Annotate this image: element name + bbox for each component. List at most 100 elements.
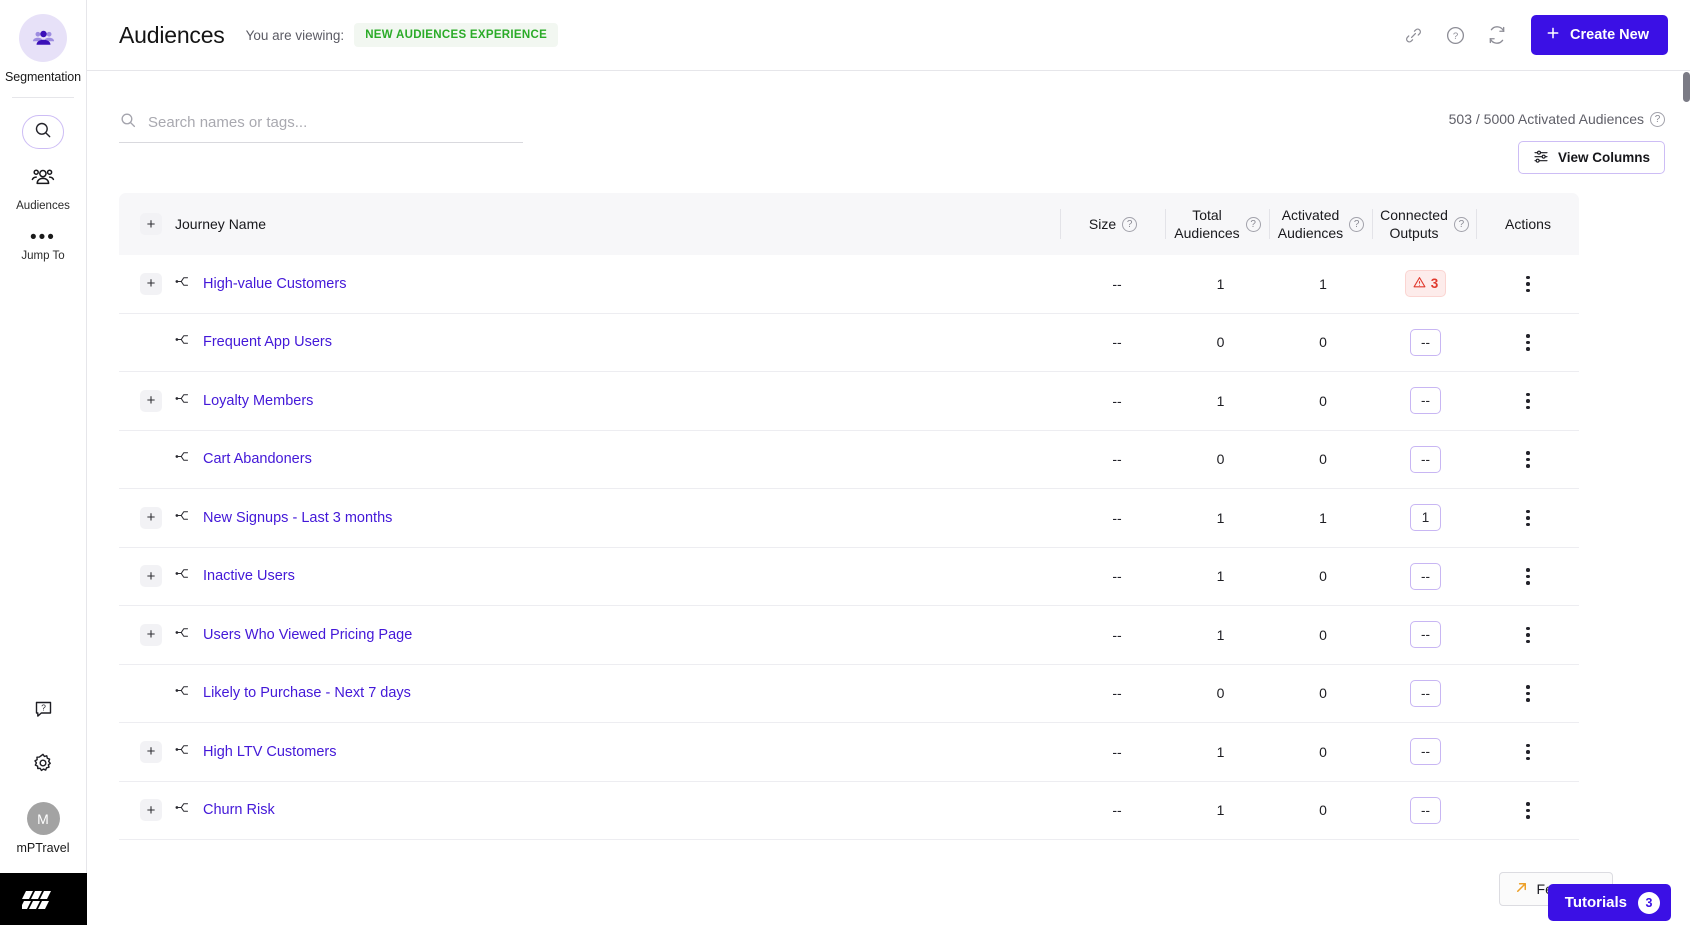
- row-activated-audiences-cell: 1: [1319, 275, 1327, 292]
- kebab-menu-icon[interactable]: [1526, 275, 1530, 292]
- table-row: + New Signups - Last 3 months -- 1 1 1: [119, 489, 1579, 548]
- row-expand-button[interactable]: +: [140, 389, 162, 412]
- connected-outputs-badge[interactable]: --: [1410, 679, 1441, 707]
- journey-name-link[interactable]: Users Who Viewed Pricing Page: [203, 627, 412, 643]
- svg-text:?: ?: [1452, 31, 1457, 42]
- kebab-menu-icon[interactable]: [1526, 626, 1530, 643]
- row-actions-cell: [1477, 743, 1579, 760]
- journey-name-link[interactable]: Cart Abandoners: [203, 451, 312, 467]
- journey-branch-icon: [175, 508, 190, 528]
- help-circle-icon[interactable]: ?: [1650, 111, 1665, 127]
- plus-icon: [1545, 25, 1561, 45]
- column-header-actions-label: Actions: [1505, 215, 1551, 232]
- column-header-actions: Actions: [1477, 215, 1579, 233]
- connected-outputs-badge[interactable]: --: [1410, 796, 1441, 824]
- help-circle-icon[interactable]: ?: [1122, 216, 1138, 232]
- journey-name-link[interactable]: Frequent App Users: [203, 334, 332, 350]
- help-chat-icon[interactable]: ?: [28, 694, 58, 724]
- meta-column: 503 / 5000 Activated Audiences ? View Co…: [1449, 111, 1665, 174]
- kebab-menu-icon[interactable]: [1526, 451, 1530, 468]
- segmentation-icon: [19, 14, 67, 62]
- kebab-menu-icon[interactable]: [1526, 568, 1530, 585]
- journey-branch-icon: [175, 274, 190, 294]
- expand-all-button[interactable]: +: [140, 213, 162, 235]
- app-root: Segmentation Audiences ••• Jump To ? M m…: [0, 0, 1690, 925]
- kebab-menu-icon[interactable]: [1526, 392, 1530, 409]
- journey-name-link[interactable]: High LTV Customers: [203, 744, 337, 760]
- row-activated-audiences-cell: 0: [1319, 743, 1327, 760]
- svg-text:?: ?: [41, 702, 46, 712]
- row-expand-button[interactable]: +: [140, 506, 162, 529]
- link-icon[interactable]: [1399, 21, 1427, 49]
- kebab-menu-icon[interactable]: [1526, 509, 1530, 526]
- row-expand-button[interactable]: +: [140, 565, 162, 588]
- tutorials-label: Tutorials: [1564, 894, 1627, 911]
- row-actions-cell: [1477, 626, 1579, 643]
- help-circle-icon[interactable]: ?: [1349, 216, 1365, 232]
- row-connected-outputs-cell: --: [1374, 621, 1477, 649]
- column-header-connected-line2: Outputs: [1389, 225, 1439, 241]
- sidebar-segmentation-block[interactable]: Segmentation: [5, 0, 81, 84]
- row-total-audiences-cell: 0: [1216, 451, 1225, 468]
- column-header-total-line1: Total: [1192, 206, 1222, 223]
- kebab-menu-icon[interactable]: [1526, 334, 1530, 351]
- row-journey-cell: + Churn Risk: [119, 799, 1065, 822]
- row-connected-outputs-cell: --: [1374, 387, 1477, 415]
- journey-branch-icon: [175, 800, 190, 820]
- kebab-menu-icon[interactable]: [1526, 743, 1530, 760]
- row-expand-button[interactable]: +: [140, 740, 162, 763]
- connected-outputs-badge[interactable]: --: [1410, 387, 1441, 415]
- connected-outputs-badge[interactable]: --: [1410, 445, 1441, 473]
- sidebar-item-audiences[interactable]: Audiences: [16, 167, 70, 212]
- column-header-activated-line2: Audiences: [1277, 225, 1344, 241]
- kebab-menu-icon[interactable]: [1526, 802, 1530, 819]
- view-columns-button[interactable]: View Columns: [1517, 141, 1665, 174]
- connected-outputs-badge[interactable]: --: [1410, 738, 1441, 766]
- kebab-menu-icon[interactable]: [1526, 685, 1530, 702]
- column-header-connected-outputs: Connected Outputs ?: [1373, 206, 1476, 242]
- table-row: + Churn Risk -- 1 0 --: [119, 782, 1579, 840]
- search-input[interactable]: [148, 114, 523, 131]
- refresh-icon[interactable]: [1483, 21, 1511, 49]
- connected-outputs-badge[interactable]: --: [1410, 328, 1441, 356]
- row-journey-cell: + Users Who Viewed Pricing Page: [119, 623, 1065, 646]
- row-expand-placeholder: [140, 682, 162, 704]
- help-circle-icon[interactable]: ?: [1453, 216, 1469, 232]
- gear-icon[interactable]: [28, 748, 58, 778]
- sidebar-divider: [12, 97, 74, 98]
- column-header-activated-audiences: Activated Audiences ?: [1270, 206, 1372, 242]
- row-total-audiences-cell: 1: [1216, 568, 1225, 585]
- row-expand-button[interactable]: +: [140, 799, 162, 822]
- tutorials-button[interactable]: Tutorials 3: [1547, 884, 1671, 921]
- journey-name-link[interactable]: High-value Customers: [203, 276, 346, 292]
- journey-name-link[interactable]: New Signups - Last 3 months: [203, 510, 392, 526]
- sidebar-search-button[interactable]: [22, 115, 64, 149]
- row-expand-button[interactable]: +: [140, 272, 162, 295]
- connected-outputs-badge[interactable]: --: [1410, 562, 1441, 590]
- avatar[interactable]: M: [26, 802, 60, 835]
- row-connected-outputs-cell: 3: [1374, 270, 1477, 298]
- row-actions-cell: [1477, 568, 1579, 585]
- row-size-cell: --: [1112, 802, 1122, 819]
- experience-badge: NEW AUDIENCES EXPERIENCE: [354, 23, 559, 47]
- row-activated-audiences-cell: 0: [1319, 568, 1327, 585]
- table-row: Likely to Purchase - Next 7 days -- 0 0 --: [119, 665, 1579, 723]
- journey-name-link[interactable]: Churn Risk: [203, 802, 275, 818]
- column-header-connected-line1: Connected: [1380, 206, 1448, 223]
- row-expand-button[interactable]: +: [140, 623, 162, 646]
- create-new-button[interactable]: Create New: [1531, 15, 1668, 55]
- connected-outputs-badge[interactable]: --: [1410, 621, 1441, 649]
- connected-outputs-badge[interactable]: 1: [1410, 504, 1441, 532]
- journey-name-link[interactable]: Inactive Users: [203, 568, 295, 584]
- row-journey-cell: Cart Abandoners: [119, 448, 1065, 470]
- sidebar-item-jump-to[interactable]: ••• Jump To: [21, 228, 64, 262]
- connected-outputs-warning-badge[interactable]: 3: [1404, 270, 1447, 298]
- journey-branch-icon: [175, 391, 190, 411]
- row-connected-outputs-cell: --: [1374, 738, 1477, 766]
- help-circle-icon[interactable]: ?: [1245, 216, 1261, 232]
- column-header-journey-label: Journey Name: [175, 216, 267, 232]
- help-circle-icon[interactable]: ?: [1441, 21, 1469, 49]
- row-connected-outputs-cell: --: [1374, 328, 1477, 356]
- journey-name-link[interactable]: Loyalty Members: [203, 393, 313, 409]
- journey-name-link[interactable]: Likely to Purchase - Next 7 days: [203, 685, 411, 701]
